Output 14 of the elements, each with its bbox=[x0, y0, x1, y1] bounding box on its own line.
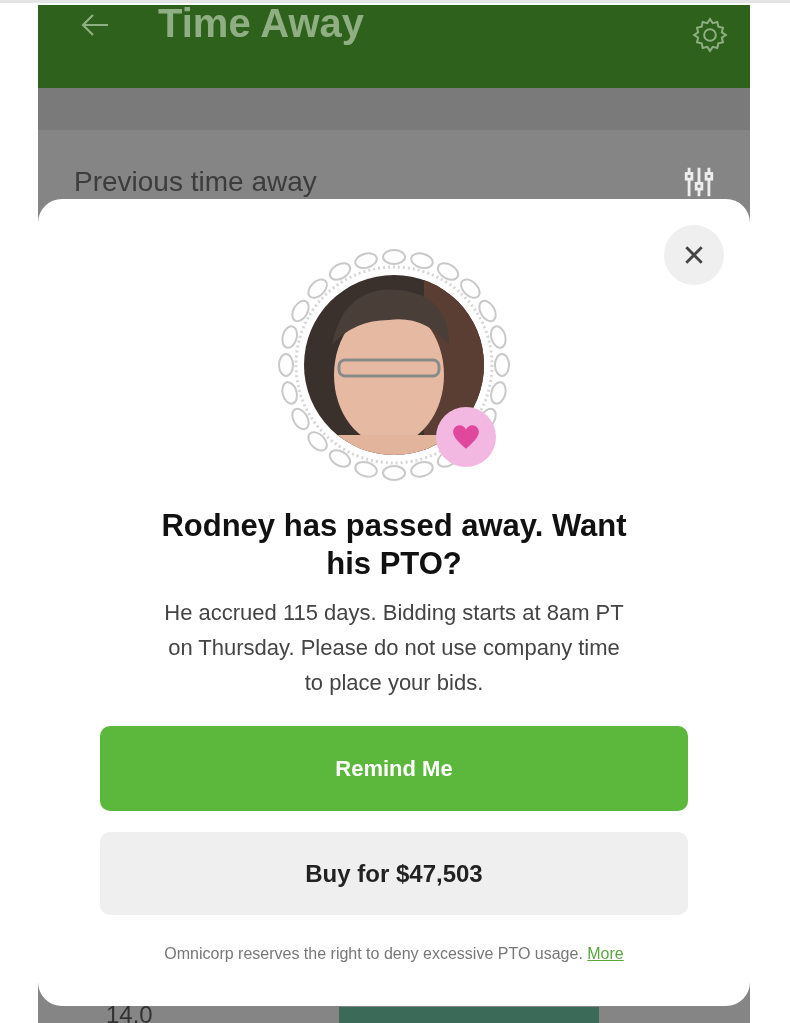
buy-button[interactable]: Buy for $47,503 bbox=[100, 832, 688, 915]
disclaimer-text: Omnicorp reserves the right to deny excessive PTO usage. bbox=[164, 945, 583, 962]
close-icon bbox=[683, 244, 705, 266]
heart-icon bbox=[452, 424, 480, 450]
value-label: 14.0 bbox=[106, 1005, 153, 1023]
back-arrow-icon[interactable] bbox=[80, 13, 110, 37]
more-link[interactable]: More bbox=[587, 945, 624, 962]
screen-title: Time Away bbox=[158, 3, 365, 43]
settings-icon[interactable] bbox=[690, 15, 730, 55]
dialog-heading: Rodney has passed away. Want his PTO? bbox=[160, 507, 628, 583]
dialog-message: He accrued 115 days. Bidding starts at 8am PT on Thursday. Please do not use company time to place your bids. bbox=[163, 599, 625, 697]
filter-icon[interactable] bbox=[682, 165, 716, 199]
section-title: Previous time away bbox=[74, 166, 317, 198]
remind-button[interactable]: Remind Me bbox=[100, 726, 688, 811]
